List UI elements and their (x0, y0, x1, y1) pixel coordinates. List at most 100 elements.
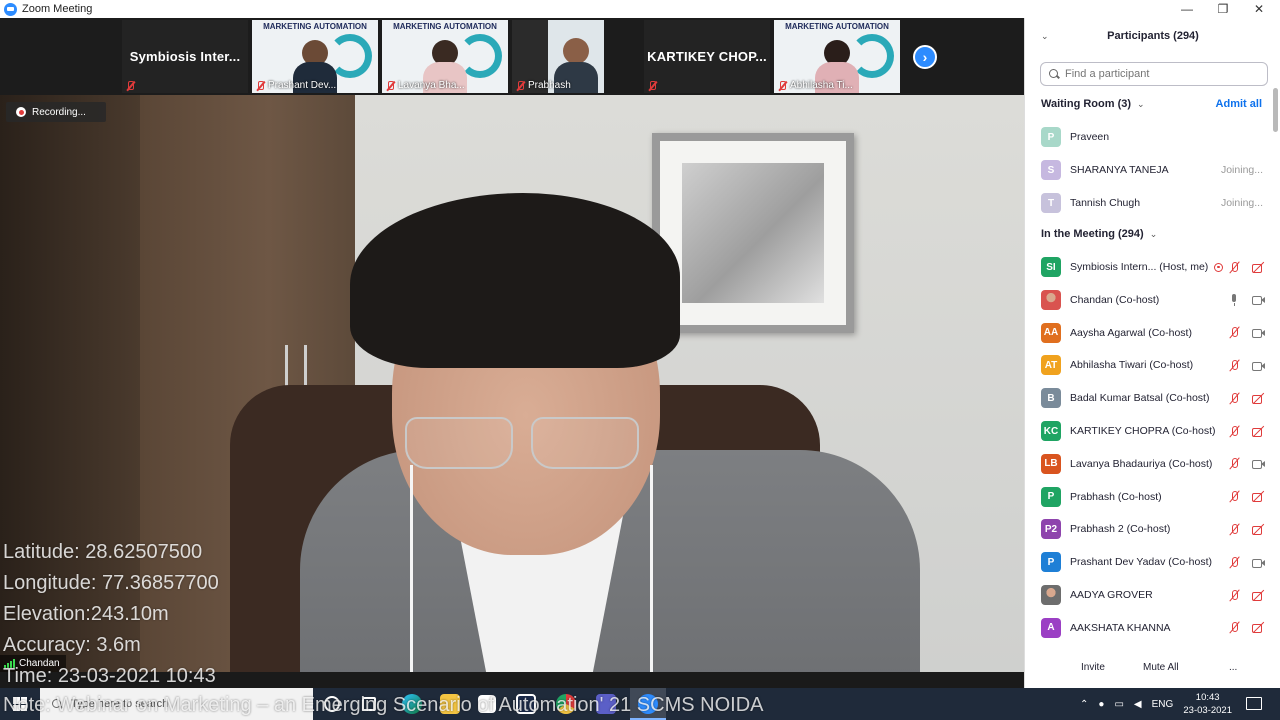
tile-label: Prabhash (516, 80, 571, 91)
participant-search-input[interactable] (1065, 68, 1255, 80)
clock-time: 10:43 (1195, 692, 1220, 703)
video-off-icon[interactable] (1252, 589, 1265, 602)
poster-title: MARKETING AUTOMATION (263, 22, 367, 31)
restore-button[interactable]: ❐ (1206, 0, 1240, 18)
mic-muted-icon[interactable] (1228, 359, 1241, 372)
participant-row[interactable]: SI Symbiosis Intern... (Host, me) (1025, 251, 1280, 283)
thumbnail-tile[interactable]: MARKETING AUTOMATION Prashant Dev... (252, 20, 378, 93)
participant-name: KARTIKEY CHOPRA (Co-host) (1070, 425, 1216, 437)
thumbnail-tile[interactable]: MARKETING AUTOMATION Lavanya Bha... (382, 20, 508, 93)
participant-row[interactable]: P2 Prabhash 2 (Co-host) (1025, 513, 1280, 545)
mic-muted-icon[interactable] (1228, 392, 1241, 405)
mic-muted-icon[interactable] (1228, 621, 1241, 634)
participants-panel: ⌄ Participants (294) Waiting Room (3) ⌄ … (1024, 18, 1280, 688)
participant-status: Joining... (1220, 197, 1263, 209)
avatar: P (1041, 486, 1061, 507)
tile-name: Prabhash (528, 80, 571, 91)
mic-muted-icon (516, 80, 525, 91)
video-off-icon[interactable] (1252, 392, 1265, 405)
thumbnail-tile[interactable]: Symbiosis Inter... (122, 20, 248, 93)
participant-row[interactable]: P Prabhash (Co-host) (1025, 481, 1280, 513)
participant-name: Symbiosis Intern... (Host, me) (1070, 261, 1209, 273)
gps-latitude: Latitude: 28.62507500 (3, 541, 203, 563)
avatar (1041, 289, 1061, 310)
tile-name: Prashant Dev... (268, 80, 337, 91)
mic-icon[interactable] (1228, 293, 1241, 307)
recording-dot-icon (16, 107, 26, 117)
participant-row[interactable]: T Tannish Chugh Joining... (1025, 187, 1280, 219)
mic-muted-icon[interactable] (1228, 457, 1241, 470)
participant-row[interactable]: LB Lavanya Bhadauriya (Co-host) (1025, 448, 1280, 480)
recording-indicator[interactable]: Recording... (6, 102, 106, 122)
participant-row[interactable]: AA Aaysha Agarwal (Co-host) (1025, 317, 1280, 349)
participant-row[interactable]: B Badal Kumar Batsal (Co-host) (1025, 382, 1280, 414)
participant-name: Prashant Dev Yadav (Co-host) (1070, 556, 1213, 569)
avatar: LB (1041, 453, 1061, 474)
network-icon[interactable]: ▭ (1114, 699, 1123, 710)
more-options-button[interactable]: ... (1219, 658, 1247, 677)
minimize-button[interactable]: — (1170, 0, 1204, 18)
video-off-icon[interactable] (1252, 261, 1265, 274)
video-icon[interactable] (1252, 326, 1265, 339)
video-off-icon[interactable] (1252, 490, 1265, 503)
in-meeting-header[interactable]: In the Meeting (294) ⌄ (1041, 228, 1157, 240)
video-icon[interactable] (1252, 556, 1265, 569)
mic-muted-icon[interactable] (1228, 589, 1241, 602)
speaker-hair (350, 193, 680, 368)
avatar: A (1041, 617, 1061, 638)
wall-picture-frame (652, 133, 854, 333)
mic-muted-icon (126, 81, 135, 91)
clock-date: 23-03-2021 (1183, 705, 1232, 716)
participant-name: Lavanya Bhadauriya (Co-host) (1070, 457, 1213, 470)
close-button[interactable]: ✕ (1242, 0, 1276, 18)
avatar: P (1041, 127, 1061, 147)
participant-row[interactable]: S SHARANYA TANEJA Joining... (1025, 154, 1280, 186)
participant-row[interactable]: AT Abhilasha Tiwari (Co-host) (1025, 349, 1280, 381)
participant-row[interactable]: KC KARTIKEY CHOPRA (Co-host) (1025, 415, 1280, 447)
participant-row[interactable]: A AAKSHATA KHANNA (1025, 612, 1280, 644)
thumbnail-tile[interactable]: KARTIKEY CHOP... (644, 20, 770, 93)
next-page-button[interactable]: › (913, 45, 937, 69)
webinar-note-overlay: Note: Webinar on Marketing – an Emerging… (3, 694, 764, 716)
mic-muted-icon (256, 80, 265, 91)
video-off-icon[interactable] (1252, 425, 1265, 438)
video-off-icon[interactable] (1252, 621, 1265, 634)
avatar: P2 (1041, 519, 1061, 540)
invite-button[interactable]: Invite (1071, 658, 1115, 677)
mic-muted-icon[interactable] (1228, 523, 1241, 536)
participant-row[interactable]: P Praveen (1025, 121, 1280, 153)
language-indicator[interactable]: ENG (1152, 699, 1174, 710)
mic-muted-icon[interactable] (1228, 425, 1241, 438)
volume-icon[interactable]: ◀ (1134, 699, 1142, 710)
participant-search[interactable] (1040, 62, 1268, 86)
microphone-icon[interactable]: ● (1098, 699, 1104, 710)
notification-icon[interactable] (1246, 697, 1262, 710)
participant-row[interactable]: AADYA GROVER (1025, 579, 1280, 611)
mic-muted-icon[interactable] (1228, 261, 1241, 274)
admit-all-button[interactable]: Admit all (1216, 98, 1262, 110)
recording-host-icon (1214, 262, 1223, 272)
participant-name: Prabhash 2 (Co-host) (1070, 523, 1171, 536)
tile-name: Lavanya Bha... (398, 80, 465, 91)
avatar: P (1041, 552, 1061, 573)
mic-muted-icon[interactable] (1228, 490, 1241, 503)
thumbnail-tile[interactable]: MARKETING AUTOMATION Abhilasha Ti... (774, 20, 900, 93)
mic-muted-icon[interactable] (1228, 326, 1241, 339)
frame-art (682, 163, 824, 303)
video-icon[interactable] (1252, 359, 1265, 372)
video-icon[interactable] (1252, 293, 1265, 306)
participant-row[interactable]: Chandan (Co-host) (1025, 284, 1280, 316)
avatar: SI (1041, 257, 1061, 277)
thumbnail-tile[interactable]: Prabhash (512, 20, 604, 93)
mute-all-button[interactable]: Mute All (1133, 658, 1189, 677)
participant-row[interactable]: P Prashant Dev Yadav (Co-host) (1025, 546, 1280, 578)
mic-muted-icon[interactable] (1228, 556, 1241, 569)
video-icon[interactable] (1252, 457, 1265, 470)
tile-name: Abhilasha Ti... (790, 80, 853, 91)
waiting-room-header[interactable]: Waiting Room (3) ⌄ (1041, 98, 1145, 110)
taskbar-clock[interactable]: 10:43 23-03-2021 (1183, 691, 1232, 717)
video-off-icon[interactable] (1252, 523, 1265, 536)
participant-name: Chandan (Co-host) (1070, 293, 1160, 306)
chevron-down-icon: ⌄ (1149, 228, 1158, 239)
chevron-up-icon[interactable]: ⌃ (1080, 699, 1088, 710)
